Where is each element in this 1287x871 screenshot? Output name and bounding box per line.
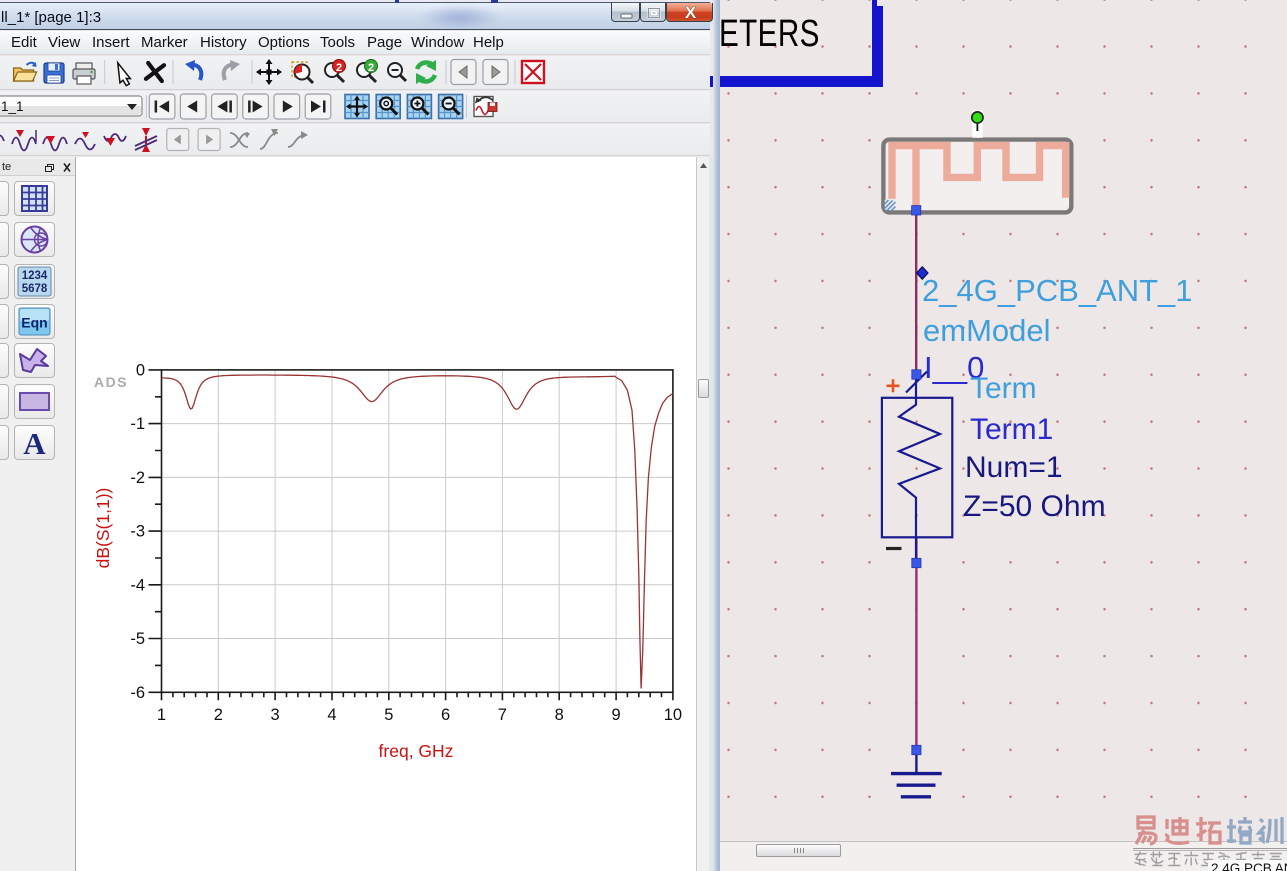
svg-text:-4: -4: [130, 576, 145, 594]
svg-text:2: 2: [336, 62, 342, 74]
svg-text:5678: 5678: [22, 283, 48, 295]
svg-text:A: A: [23, 426, 46, 459]
svg-text:6: 6: [441, 706, 450, 724]
svg-text:3: 3: [271, 706, 280, 724]
svg-text:freq, GHz: freq, GHz: [379, 741, 454, 761]
svg-text:10: 10: [664, 706, 682, 724]
svg-text:-6: -6: [130, 684, 145, 702]
svg-text:1: 1: [157, 706, 166, 724]
svg-text:5: 5: [384, 706, 393, 724]
svg-text:-2: -2: [130, 469, 145, 487]
svg-text:Eqn: Eqn: [21, 315, 47, 331]
svg-text:4: 4: [327, 706, 336, 724]
svg-text:ADS: ADS: [94, 374, 128, 390]
svg-text:dB(S(1,1)): dB(S(1,1)): [93, 488, 113, 569]
svg-text:9: 9: [612, 706, 621, 724]
svg-text:1_1: 1_1: [1, 99, 24, 114]
svg-text:7: 7: [498, 706, 507, 724]
svg-text:2: 2: [214, 706, 223, 724]
svg-text:-5: -5: [130, 630, 145, 648]
svg-text:-1: -1: [130, 415, 145, 433]
svg-text:0: 0: [136, 361, 145, 379]
svg-text:2: 2: [368, 62, 374, 74]
svg-text:1234: 1234: [22, 270, 48, 282]
svg-text:X: X: [685, 3, 697, 22]
svg-text:8: 8: [555, 706, 564, 724]
svg-text:-3: -3: [130, 523, 145, 541]
